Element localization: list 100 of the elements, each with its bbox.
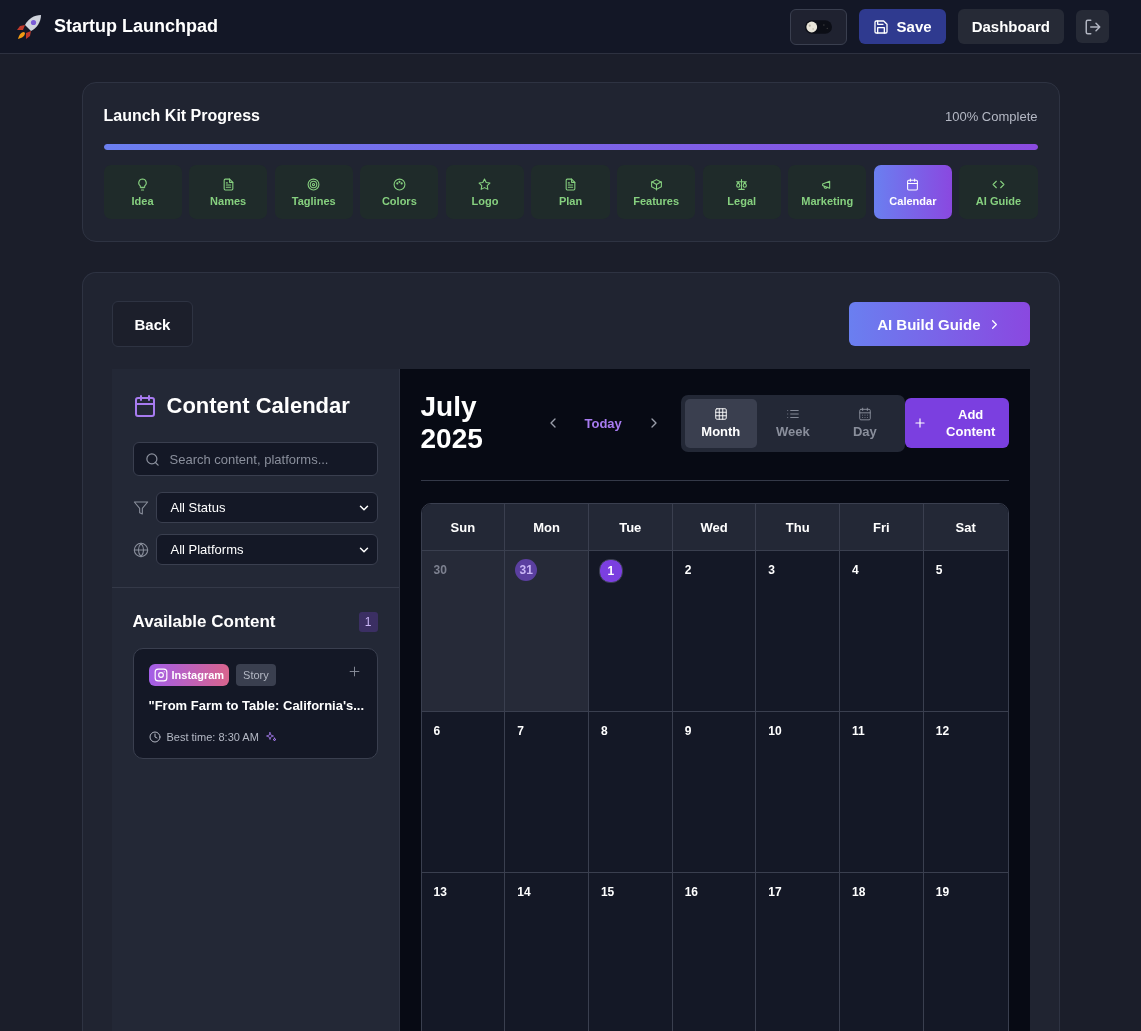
status-dropdown[interactable]: All Status <box>155 492 378 523</box>
day-number: 3 <box>767 562 776 580</box>
day-cell[interactable]: 16 <box>672 872 757 1031</box>
sidebar-title: Content Calendar <box>166 393 350 419</box>
lightbulb-icon <box>136 177 150 191</box>
day-number: 11 <box>851 723 865 741</box>
day-number: 1 <box>598 559 623 584</box>
theme-toggle[interactable] <box>789 8 847 45</box>
back-button[interactable]: Back <box>111 301 194 347</box>
content-title: "From Farm to Table: California's... <box>148 698 362 713</box>
grid-icon <box>713 407 728 422</box>
day-number: 9 <box>683 723 692 741</box>
add-content-button[interactable]: Add Content <box>904 398 1009 449</box>
step-tab[interactable]: Idea <box>103 165 182 219</box>
day-number: 5 <box>934 562 943 580</box>
calendar-icon <box>857 407 872 422</box>
day-cell[interactable]: 10 <box>756 711 841 873</box>
today-button[interactable]: Today <box>572 411 634 435</box>
day-number: 31 <box>515 559 538 582</box>
weekday-header: Tue <box>588 504 673 551</box>
day-cell[interactable]: 19 <box>923 872 1008 1031</box>
dashboard-button[interactable]: Dashboard <box>957 9 1064 44</box>
day-cell[interactable]: 13 <box>421 872 506 1031</box>
weekday-header: Mon <box>505 504 589 551</box>
day-cell[interactable]: 3 <box>756 550 841 712</box>
weekday-header: Fri <box>840 504 924 551</box>
plus-icon <box>912 416 927 431</box>
day-number: 15 <box>599 884 615 902</box>
day-number: 14 <box>516 884 531 902</box>
step-tab[interactable]: Logo <box>445 165 524 219</box>
document-icon <box>564 177 577 191</box>
day-number: 7 <box>516 723 524 741</box>
save-icon <box>872 18 889 35</box>
day-number: 4 <box>851 562 859 580</box>
star-icon <box>478 177 492 191</box>
day-cell[interactable]: 18 <box>840 872 924 1031</box>
sparkle-icon <box>264 731 277 743</box>
day-cell[interactable]: 11 <box>840 711 924 873</box>
content-card[interactable]: Instagram Story "From Farm to Table: California's... Best time: 8:30 AM <box>132 648 378 759</box>
step-tab[interactable]: Marketing <box>788 165 867 219</box>
step-tab[interactable]: Names <box>189 165 268 219</box>
target-icon <box>307 177 321 191</box>
day-number: 19 <box>934 884 950 902</box>
day-number: 17 <box>767 884 782 902</box>
day-cell[interactable]: 31 <box>505 550 589 712</box>
progress-title: Launch Kit Progress <box>103 107 260 125</box>
cube-icon <box>649 177 663 191</box>
day-cell[interactable]: 4 <box>840 550 924 712</box>
day-cell[interactable]: 30 <box>421 550 506 712</box>
step-tab[interactable]: Features <box>617 165 696 219</box>
logout-icon <box>1083 17 1102 36</box>
day-number: 6 <box>432 723 441 741</box>
weekday-header: Wed <box>672 504 757 551</box>
day-cell[interactable]: 17 <box>756 872 841 1031</box>
step-tab[interactable]: Taglines <box>274 165 353 219</box>
step-tab[interactable]: Calendar <box>873 165 952 219</box>
plus-icon <box>346 664 362 679</box>
day-cell[interactable]: 12 <box>923 711 1008 873</box>
day-number: 8 <box>599 723 608 741</box>
day-number: 18 <box>851 884 866 902</box>
day-cell[interactable]: 7 <box>505 711 589 873</box>
logout-button[interactable] <box>1076 10 1109 43</box>
day-cell[interactable]: 14 <box>505 872 589 1031</box>
weekday-header: Thu <box>756 504 841 551</box>
weekday-header: Sat <box>923 504 1008 551</box>
add-button[interactable] <box>346 664 362 679</box>
day-cell[interactable]: 2 <box>672 550 757 712</box>
day-number: 16 <box>683 884 698 902</box>
month-title: July 2025 <box>420 391 484 456</box>
calendar-icon <box>132 394 157 418</box>
step-tab[interactable]: AI Guide <box>959 165 1038 219</box>
palette-icon <box>392 177 406 191</box>
section-title: Available Content <box>132 612 276 632</box>
day-cell[interactable]: 8 <box>588 711 673 873</box>
day-number: 12 <box>934 723 950 741</box>
calendar-icon <box>906 177 920 191</box>
step-tab[interactable]: Legal <box>702 165 781 219</box>
app-title: Startup Launchpad <box>54 16 218 37</box>
format-tag: Story <box>236 664 276 686</box>
day-cell[interactable]: 6 <box>421 711 506 873</box>
step-tab[interactable]: Plan <box>531 165 610 219</box>
platform-tag: Instagram <box>148 664 230 686</box>
view-tab[interactable]: Month <box>684 398 757 448</box>
day-cell[interactable]: 1 <box>588 550 673 712</box>
view-tab[interactable]: Day <box>828 398 901 448</box>
ai-guide-button[interactable]: AI Build Guide <box>849 302 1030 346</box>
day-cell[interactable]: 15 <box>588 872 673 1031</box>
best-time: Best time: 8:30 AM <box>166 731 259 743</box>
step-tab[interactable]: Colors <box>360 165 439 219</box>
day-number: 13 <box>432 884 447 902</box>
globe-icon <box>132 541 149 558</box>
day-number: 2 <box>683 562 692 580</box>
platform-dropdown[interactable]: All Platforms <box>155 534 378 565</box>
search-field[interactable]: Search content, platforms... <box>132 442 378 476</box>
view-tab[interactable]: Week <box>756 398 829 448</box>
day-number: 30 <box>432 562 447 580</box>
search-icon <box>144 452 160 467</box>
day-cell[interactable]: 5 <box>923 550 1008 712</box>
save-button[interactable]: Save <box>858 9 946 44</box>
day-cell[interactable]: 9 <box>672 711 757 873</box>
